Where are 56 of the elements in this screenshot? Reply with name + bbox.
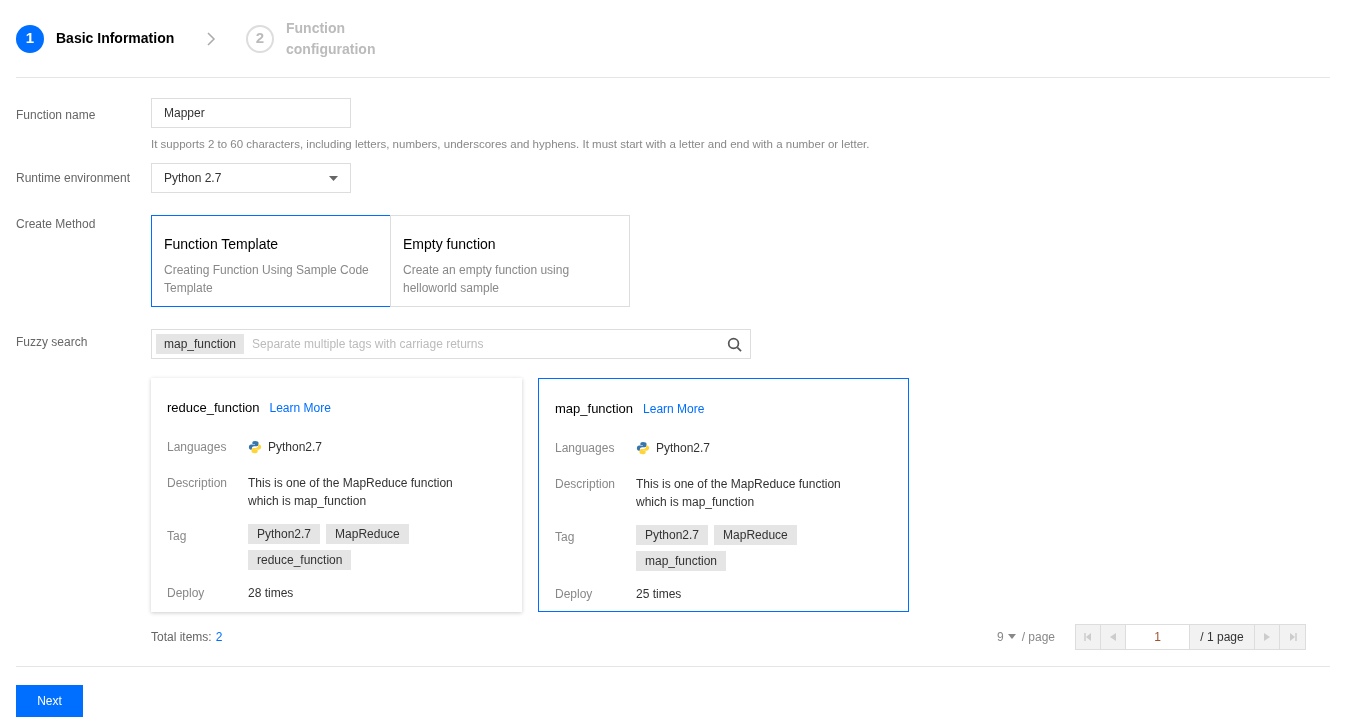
learn-more-link[interactable]: Learn More [269,399,331,417]
tag: MapReduce [326,523,409,544]
template-name: reduce_function [167,399,260,418]
language-text: Python2.7 [656,439,711,457]
page-number-field[interactable]: 1 [1126,624,1190,649]
hint-text: It supports 2 to 60 characters, including letters, numbers, underscores and hyphens. It must start with a letter and end with a number or letter. [151,137,870,152]
page-size-dropdown[interactable]: 9 [996,627,1016,646]
python-logo-icon [248,439,262,454]
step: 2 Function configuration [246,17,406,60]
row-label: Deploy [167,584,206,602]
step: 1 Basic Information [16,24,176,53]
deploy-count: 28 times [248,584,294,602]
field-label: Function name [16,107,97,124]
template-name: map_function [555,400,634,419]
tag: MapReduce [714,524,797,545]
tag: Python2.7 [636,524,709,545]
tag: reduce_function [248,549,352,570]
field-label: Create Method [16,216,97,234]
language-text: Python2.7 [268,438,323,456]
chevron-right-icon [206,31,216,46]
python-logo-icon [636,440,650,455]
per-page-label: / page [1021,628,1055,646]
row-label: Description [555,475,617,493]
runtime-dropdown[interactable]: Python 2.7 [151,163,351,194]
total-label: Total items: [151,628,212,646]
row-label: Description [167,474,229,492]
method-option[interactable]: Empty function Create an empty function using helloworld sample [390,215,630,308]
search-tag: map_function [156,334,245,355]
triangle-right-icon [1264,632,1270,641]
tag: Python2.7 [248,523,321,544]
template-card[interactable]: reduce_function Learn More Languages Python2.7 Description This is one of the MapReduce function which is map_function Tag Python2.7 MapReduce reduce_function Deploy 28 times [151,378,522,612]
triangle-left-icon [1110,632,1116,641]
caret-down-icon [1007,634,1016,640]
next-button[interactable]: Next [16,684,83,717]
deploy-count: 25 times [636,585,682,603]
caret-down-icon [329,175,338,181]
search-icon[interactable] [727,336,742,352]
learn-more-link[interactable]: Learn More [643,400,705,418]
row-label: Deploy [555,585,594,603]
row-label: Tag [167,527,188,545]
row-label: Languages [167,438,228,456]
method-option[interactable]: Function Template Creating Function Using Sample Code Template [151,215,391,308]
row-label: Tag [555,528,576,546]
description-text: This is one of the MapReduce function which is map_function [636,475,842,511]
first-page-icon [1084,632,1092,641]
function-name-field[interactable]: Mapper [151,98,351,128]
page-count-label: / 1 page [1190,624,1255,649]
row-label: Languages [555,439,616,457]
total-count: 2 [215,628,223,646]
field-label: Fuzzy search [16,334,89,352]
last-page-icon [1288,632,1297,641]
description-text: This is one of the MapReduce function which is map_function [248,474,454,510]
template-card[interactable]: map_function Learn More Languages Python2.7 Description This is one of the MapReduce function which is map_function Tag Python2.7 MapReduce map_function Deploy 25 times [538,378,909,612]
tag-search-field[interactable]: map_function Separate multiple tags with carriage returns [151,329,751,360]
tag: map_function [636,550,727,571]
field-label: Runtime environment [16,170,132,188]
